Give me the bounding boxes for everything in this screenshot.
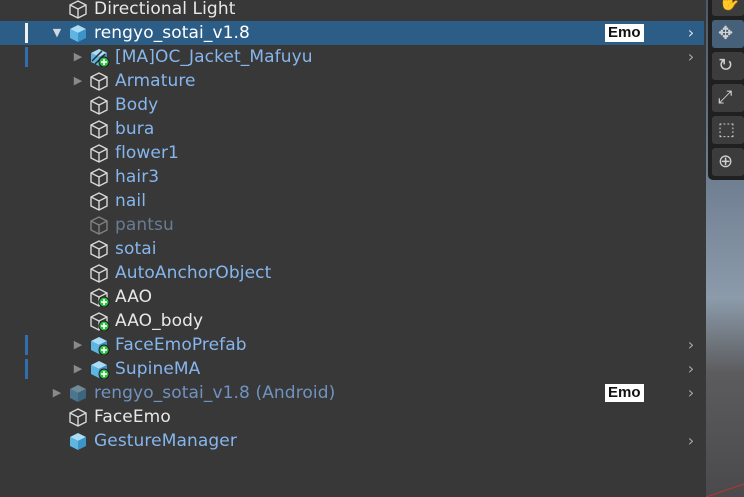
transform-tool-icon[interactable]: ⊕ — [712, 148, 744, 176]
rotate-tool-icon[interactable]: ↻ — [712, 52, 744, 80]
override-indicator-bar — [25, 359, 28, 379]
hand-tool-icon[interactable]: ✋ — [712, 0, 744, 16]
prefab-icon — [67, 23, 89, 43]
hierarchy-row[interactable]: ▼ rengyo_sotai_v1.8 Emo › — [0, 21, 704, 45]
gameobject-icon — [88, 143, 110, 163]
gameobject-icon — [88, 239, 110, 259]
gameobject-inactive-icon — [88, 215, 110, 235]
hierarchy-row[interactable]: hair3 — [0, 165, 704, 189]
gameobject-icon — [67, 0, 89, 19]
hierarchy-row[interactable]: sotai — [0, 237, 704, 261]
hierarchy-row[interactable]: ▶ FaceEmoPrefab › — [0, 333, 704, 357]
prefab-add-icon — [88, 335, 110, 355]
row-label: GestureManager — [94, 431, 237, 451]
move-tool-icon[interactable]: ✥ — [712, 20, 744, 48]
scale-tool-icon[interactable]: ⤢ — [712, 84, 744, 112]
hierarchy-row[interactable]: Body — [0, 93, 704, 117]
hierarchy-row[interactable]: AAO — [0, 285, 704, 309]
row-label: FaceEmoPrefab — [115, 335, 247, 355]
prefab-add-icon — [88, 359, 110, 379]
row-label: AutoAnchorObject — [115, 263, 272, 283]
row-label: pantsu — [115, 215, 174, 235]
gameobject-icon — [88, 263, 110, 283]
row-label: AAO — [115, 287, 153, 307]
hierarchy-row[interactable]: ▶ SupineMA › — [0, 357, 704, 381]
row-label: sotai — [115, 239, 157, 259]
hierarchy-row[interactable]: nail — [0, 189, 704, 213]
gameobject-icon — [88, 71, 110, 91]
row-label: Armature — [115, 71, 196, 91]
hierarchy-row[interactable]: FaceEmo — [0, 405, 704, 429]
row-label: Directional Light — [94, 0, 236, 19]
row-label: nail — [115, 191, 147, 211]
override-indicator-bar — [25, 47, 28, 67]
hierarchy-row[interactable]: bura — [0, 117, 704, 141]
open-prefab-chevron-icon[interactable]: › — [684, 429, 698, 453]
gameobject-icon — [88, 167, 110, 187]
gameobject-add-icon — [88, 311, 110, 331]
gameobject-icon — [88, 95, 110, 115]
row-label: rengyo_sotai_v1.8 — [94, 23, 250, 43]
hierarchy-row[interactable]: GestureManager › — [0, 429, 704, 453]
collapse-arrow-icon[interactable]: ▼ — [50, 21, 64, 45]
row-label: [MA]OC_Jacket_Mafuyu — [115, 47, 313, 67]
expand-arrow-icon[interactable]: ▶ — [71, 45, 85, 69]
hierarchy-row[interactable]: ▶ rengyo_sotai_v1.8 (Android) Emo › — [0, 381, 704, 405]
prefab-icon — [67, 431, 89, 451]
open-prefab-chevron-icon[interactable]: › — [684, 21, 698, 45]
expand-arrow-icon[interactable]: ▶ — [71, 357, 85, 381]
gameobject-icon — [67, 407, 89, 427]
hierarchy-row[interactable]: ▶ Armature — [0, 69, 704, 93]
hierarchy-row[interactable]: pantsu — [0, 213, 704, 237]
expand-arrow-icon[interactable]: ▶ — [71, 69, 85, 93]
hierarchy-row[interactable]: AAO_body — [0, 309, 704, 333]
expand-arrow-icon[interactable]: ▶ — [50, 381, 64, 405]
hierarchy-row[interactable]: AutoAnchorObject — [0, 261, 704, 285]
row-label: rengyo_sotai_v1.8 (Android) — [94, 383, 336, 403]
hierarchy-panel: Directional Light ▼ rengyo_sotai_v1.8 Emo › ▶… — [0, 0, 706, 497]
emo-badge: Emo — [605, 24, 644, 42]
scene-tools-toolbar: ✋ ✥ ↻ ⤢ ⬚ ⊕ — [708, 0, 744, 180]
scene-grid-line — [706, 483, 744, 497]
row-label: SupineMA — [115, 359, 201, 379]
open-prefab-chevron-icon[interactable]: › — [684, 357, 698, 381]
expand-arrow-icon[interactable]: ▶ — [71, 333, 85, 357]
open-prefab-chevron-icon[interactable]: › — [684, 45, 698, 69]
rect-tool-icon[interactable]: ⬚ — [712, 116, 744, 144]
hierarchy-row[interactable]: Directional Light — [0, 0, 704, 21]
override-indicator-bar — [25, 335, 28, 355]
hierarchy-row[interactable]: ▶ [MA]OC_Jacket_Mafuyu › — [0, 45, 704, 69]
override-indicator-bar — [25, 23, 28, 43]
gameobject-add-icon — [88, 287, 110, 307]
prefab-variant-add-icon — [88, 47, 110, 67]
hierarchy-row[interactable]: flower1 — [0, 141, 704, 165]
row-label: AAO_body — [115, 311, 204, 331]
row-label: bura — [115, 119, 155, 139]
row-label: Body — [115, 95, 159, 115]
row-label: FaceEmo — [94, 407, 171, 427]
row-label: flower1 — [115, 143, 179, 163]
open-prefab-chevron-icon[interactable]: › — [684, 333, 698, 357]
row-label: hair3 — [115, 167, 160, 187]
open-prefab-chevron-icon[interactable]: › — [684, 381, 698, 405]
gameobject-icon — [88, 119, 110, 139]
gameobject-icon — [88, 191, 110, 211]
prefab-inactive-icon — [67, 383, 89, 403]
emo-badge: Emo — [605, 384, 644, 402]
